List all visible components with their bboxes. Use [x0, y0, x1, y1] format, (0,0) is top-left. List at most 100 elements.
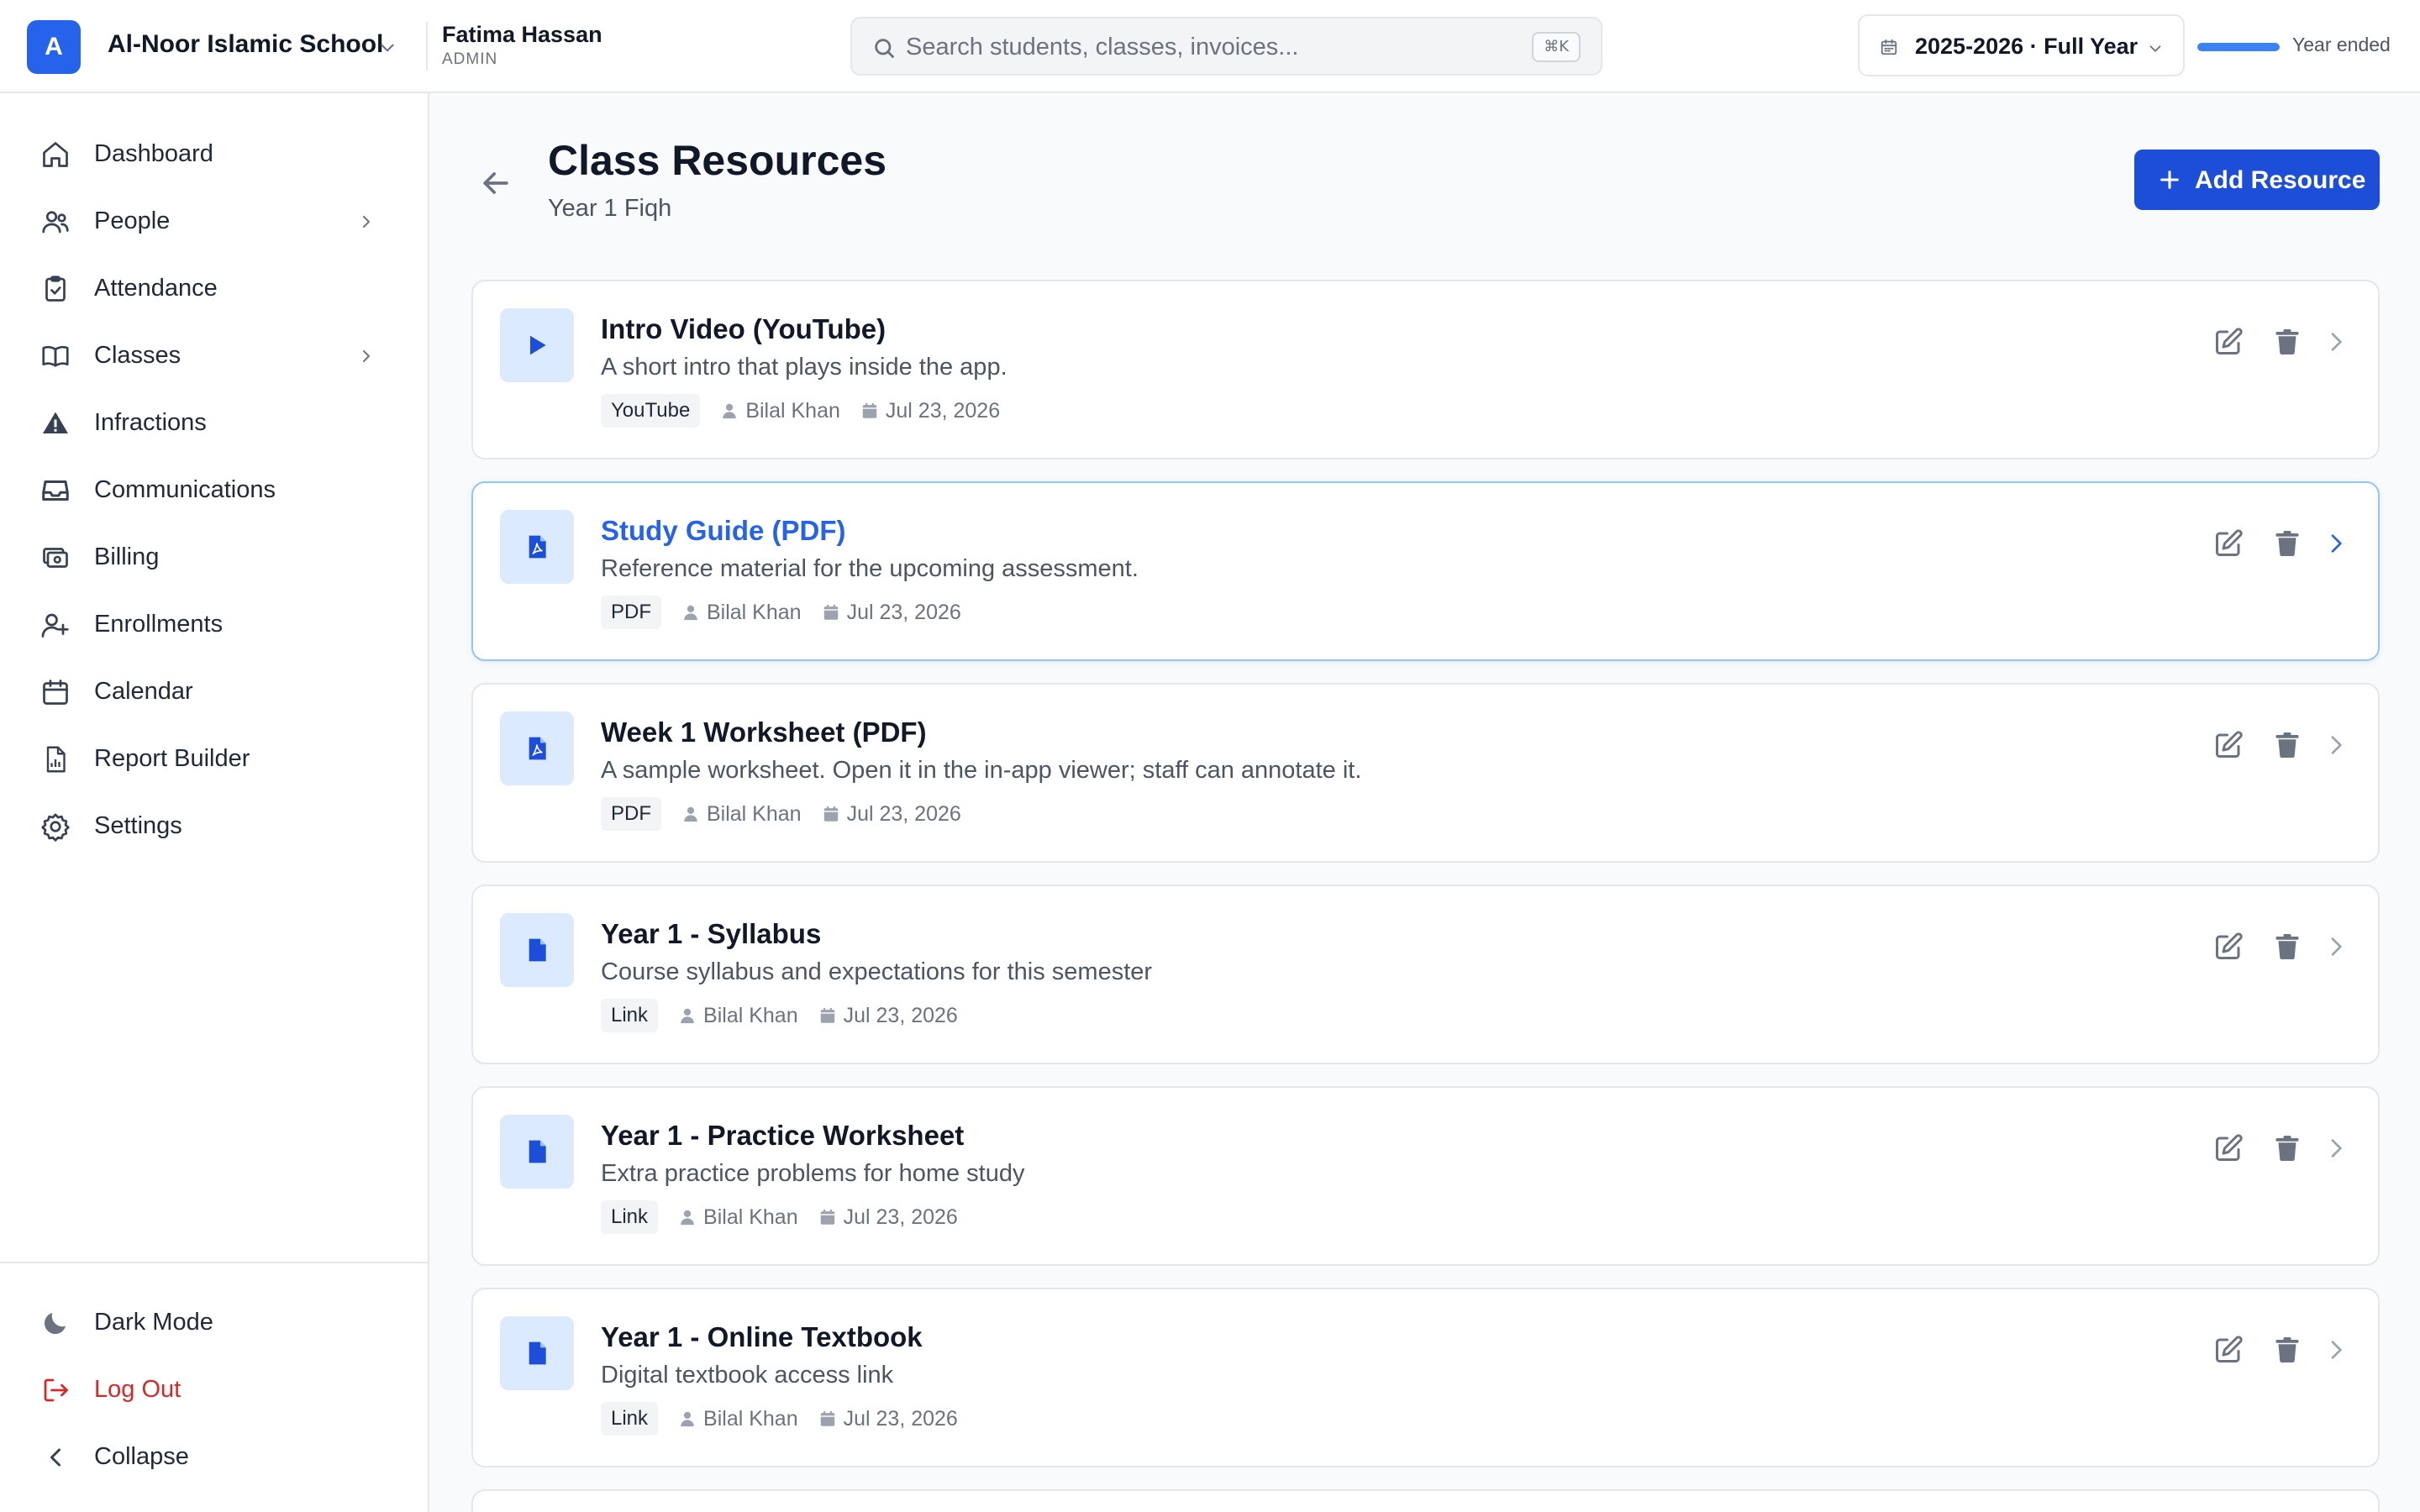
- logout-button[interactable]: Log Out: [20, 1357, 410, 1416]
- resource-type-badge: YouTube: [601, 394, 701, 428]
- search-shortcut-hint: ⌘K: [1532, 32, 1581, 62]
- sidebar-item-communications[interactable]: Communications: [20, 458, 410, 517]
- user-plus-icon: [40, 610, 71, 640]
- trash-icon[interactable]: [2272, 528, 2302, 559]
- edit-icon[interactable]: [2213, 327, 2244, 357]
- resource-type-badge: Link: [601, 1200, 659, 1234]
- resource-meta: Link Bilal Khan Jul 23, 2026: [601, 1200, 958, 1234]
- current-user-role: ADMIN: [442, 50, 498, 68]
- resource-author: Bilal Khan: [678, 1407, 798, 1431]
- chevron-right-icon: [363, 216, 370, 228]
- sidebar-item-label: Dashboard: [94, 140, 213, 167]
- sidebar-item-label: Settings: [94, 812, 182, 839]
- resource-date-text: Jul 23, 2026: [885, 398, 1001, 423]
- search-icon: [875, 39, 894, 58]
- resource-meta: Link Bilal Khan Jul 23, 2026: [601, 999, 958, 1032]
- sidebar: Dashboard People Attendance Classes Infr…: [0, 93, 429, 1512]
- edit-icon[interactable]: [2213, 932, 2244, 962]
- top-bar: A Al-Noor Islamic School Fatima Hassan A…: [0, 0, 2420, 93]
- chevron-right-icon[interactable]: [2323, 933, 2349, 960]
- sidebar-item-attendance[interactable]: Attendance: [20, 256, 410, 315]
- collapse-sidebar-button[interactable]: Collapse: [20, 1425, 410, 1483]
- chevron-left-icon: [40, 1442, 71, 1473]
- topbar-divider: [426, 22, 428, 71]
- add-resource-button[interactable]: Add Resource: [2134, 150, 2380, 210]
- edit-icon[interactable]: [2213, 528, 2244, 559]
- edit-icon[interactable]: [2213, 1335, 2244, 1365]
- resource-title[interactable]: Intro Video (YouTube): [601, 313, 886, 345]
- sidebar-item-label: Report Builder: [94, 745, 250, 772]
- resource-actions: [2213, 1130, 2356, 1167]
- resource-title[interactable]: Year 1 - Online Textbook: [601, 1321, 923, 1353]
- sidebar-item-billing[interactable]: Billing: [20, 525, 410, 584]
- resource-date-text: Jul 23, 2026: [843, 1205, 958, 1229]
- resource-author-name: Bilal Khan: [703, 1205, 798, 1229]
- chevron-right-icon[interactable]: [2323, 530, 2349, 557]
- sidebar-item-calendar[interactable]: Calendar: [20, 659, 410, 718]
- sidebar-item-people[interactable]: People: [20, 189, 410, 248]
- sidebar-item-dashboard[interactable]: Dashboard: [20, 122, 410, 181]
- school-year-selector[interactable]: 2025-2026 · Full Year: [1858, 14, 2185, 76]
- sidebar-item-label: Calendar: [94, 678, 193, 705]
- resource-title[interactable]: Year 1 - Practice Worksheet: [601, 1120, 964, 1152]
- resource-card[interactable]: [471, 1489, 2380, 1512]
- sidebar-item-classes[interactable]: Classes: [20, 323, 410, 382]
- school-switcher-label[interactable]: Al-Noor Islamic School: [108, 30, 383, 59]
- chevron-right-icon[interactable]: [2323, 1135, 2349, 1162]
- resource-actions: [2213, 1331, 2356, 1368]
- trash-icon[interactable]: [2272, 1335, 2302, 1365]
- sidebar-item-report-builder[interactable]: Report Builder: [20, 727, 410, 785]
- chevron-right-icon[interactable]: [2323, 1336, 2349, 1363]
- calendar-icon: [1881, 39, 1897, 55]
- calendar-icon: [40, 677, 71, 707]
- trash-icon[interactable]: [2272, 932, 2302, 962]
- chevron-right-icon[interactable]: [2323, 732, 2349, 759]
- back-arrow-icon[interactable]: [477, 165, 514, 202]
- search-input[interactable]: [906, 30, 1494, 64]
- resource-actions: [2213, 525, 2356, 562]
- edit-icon[interactable]: [2213, 1133, 2244, 1163]
- resource-date-text: Jul 23, 2026: [846, 801, 961, 826]
- resource-title[interactable]: Study Guide (PDF): [601, 515, 846, 547]
- sidebar-item-label: Enrollments: [94, 611, 224, 638]
- resource-description: A short intro that plays inside the app.: [601, 354, 1007, 381]
- user-icon: [684, 605, 697, 621]
- trash-icon[interactable]: [2272, 1133, 2302, 1163]
- school-logo[interactable]: A: [27, 20, 81, 74]
- collapse-label: Collapse: [94, 1443, 189, 1470]
- resource-title[interactable]: Week 1 Worksheet (PDF): [601, 717, 927, 748]
- sidebar-item-settings[interactable]: Settings: [20, 794, 410, 853]
- resource-author: Bilal Khan: [678, 1205, 798, 1230]
- sidebar-item-enrollments[interactable]: Enrollments: [20, 592, 410, 651]
- dark-mode-toggle[interactable]: Dark Mode: [20, 1290, 410, 1349]
- resource-meta: YouTube Bilal Khan Jul 23, 2026: [601, 394, 1000, 428]
- plus-icon: [2160, 171, 2179, 189]
- sidebar-item-infractions[interactable]: Infractions: [20, 391, 410, 449]
- clipboard-check-icon: [40, 274, 71, 304]
- pdf-icon: [529, 535, 546, 559]
- trash-icon[interactable]: [2272, 327, 2302, 357]
- add-resource-label: Add Resource: [2195, 166, 2366, 194]
- resource-author-name: Bilal Khan: [703, 1406, 798, 1431]
- calendar-icon: [820, 1209, 834, 1225]
- gear-icon: [40, 811, 71, 842]
- report-icon: [40, 744, 71, 774]
- resource-card[interactable]: Study Guide (PDF) Reference material for…: [471, 481, 2380, 661]
- chevron-down-icon[interactable]: [376, 37, 398, 59]
- users-icon: [40, 207, 71, 237]
- resource-card[interactable]: Year 1 - Practice Worksheet Extra practi…: [471, 1086, 2380, 1266]
- trash-icon[interactable]: [2272, 730, 2302, 760]
- chevron-right-icon[interactable]: [2323, 328, 2349, 355]
- year-progress-bar: [2197, 43, 2280, 51]
- resource-description: Digital textbook access link: [601, 1362, 894, 1389]
- resource-card[interactable]: Year 1 - Syllabus Course syllabus and ex…: [471, 885, 2380, 1064]
- year-progress-fill: [2197, 43, 2280, 51]
- global-search[interactable]: ⌘K: [850, 17, 1602, 76]
- calendar-icon: [823, 604, 838, 620]
- edit-icon[interactable]: [2213, 730, 2244, 760]
- resource-card[interactable]: Week 1 Worksheet (PDF) A sample workshee…: [471, 683, 2380, 863]
- resource-card[interactable]: Year 1 - Online Textbook Digital textboo…: [471, 1288, 2380, 1467]
- resource-card[interactable]: Intro Video (YouTube) A short intro that…: [471, 280, 2380, 459]
- resource-date-text: Jul 23, 2026: [843, 1003, 958, 1027]
- resource-title[interactable]: Year 1 - Syllabus: [601, 918, 821, 950]
